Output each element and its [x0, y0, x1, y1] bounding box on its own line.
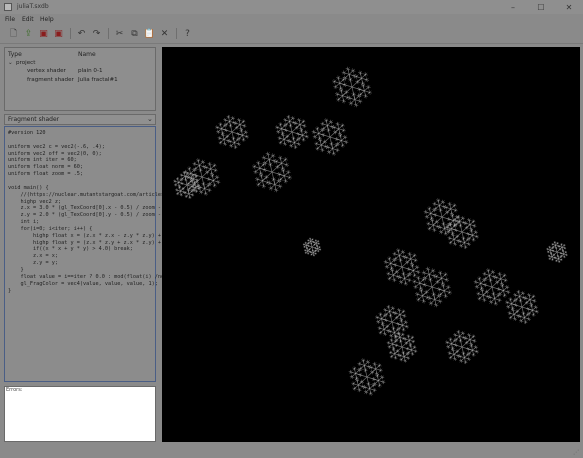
- menu-file[interactable]: File: [5, 16, 15, 23]
- code-line: uniform float norm = 60;: [8, 164, 83, 171]
- error-log[interactable]: [4, 386, 156, 442]
- code-line: uniform float zoom = .5;: [8, 171, 83, 178]
- code-line: gl_FragColor = vec4(value, value, value,…: [8, 280, 158, 287]
- toolbar-separator: [70, 28, 71, 39]
- redo-icon[interactable]: ↷: [90, 27, 103, 40]
- paste-icon[interactable]: 📋: [143, 27, 156, 40]
- code-line: #version 120: [8, 130, 46, 136]
- code-line: highp float y = (z.x * z.y + z.x * z.y) …: [8, 239, 177, 246]
- code-line: z.y = y;: [8, 260, 58, 267]
- error-log-label: Errors:: [6, 387, 23, 393]
- code-line: uniform vec2 c = vec2(-.6, .4);: [8, 143, 105, 150]
- code-line: highp float x = (z.x * z.x - z.y * z.y) …: [8, 232, 177, 239]
- code-line: z.x = x;: [8, 253, 58, 260]
- save-icon[interactable]: ▣: [37, 27, 50, 40]
- code-line: uniform int iter = 60;: [8, 157, 77, 164]
- code-line: if((x * x + y * y) > 4.0) break;: [8, 246, 133, 253]
- code-line: for(i=0; i<iter; i++) {: [8, 225, 93, 232]
- tree-item-name[interactable]: Julia fractal#1: [78, 77, 118, 83]
- code-line: int i;: [8, 219, 40, 226]
- render-view[interactable]: [162, 47, 580, 442]
- fractal-render: [173, 66, 568, 396]
- tree-column-type[interactable]: Type: [8, 51, 22, 58]
- app-icon: [4, 3, 12, 11]
- tree-expand-icon[interactable]: ⌄: [8, 60, 13, 66]
- menu-bar: [0, 14, 583, 25]
- toolbar-separator: [176, 28, 177, 39]
- close-icon[interactable]: ✕: [555, 0, 583, 14]
- undo-icon[interactable]: ↶: [75, 27, 88, 40]
- tree-item-type[interactable]: vertex shader: [27, 68, 66, 74]
- window-title: juliaT.sxdb: [17, 3, 49, 10]
- save-as-icon[interactable]: ▣: [52, 27, 65, 40]
- code-line: uniform vec2 off = vec2(0, 0);: [8, 150, 102, 157]
- code-line: }: [8, 267, 24, 273]
- tree-item-name[interactable]: plain 0-1: [78, 68, 103, 74]
- tree-item-project[interactable]: project: [16, 60, 35, 66]
- open-icon[interactable]: ⇪: [22, 27, 35, 40]
- toolbar-separator: [108, 28, 109, 39]
- shader-select-value: Fragment shader: [8, 116, 60, 123]
- code-line: }: [8, 287, 12, 294]
- cut-icon[interactable]: ✂: [113, 27, 126, 40]
- code-line: z.x = 3.0 * (gl_TexCoord[0].x - 0.5) / z…: [8, 205, 183, 212]
- chevron-down-icon[interactable]: ⌄: [147, 115, 153, 123]
- tree-item-type[interactable]: fragment shader: [27, 77, 74, 83]
- new-icon[interactable]: 🗋: [7, 27, 20, 40]
- minimize-icon[interactable]: –: [499, 0, 527, 14]
- copy-icon[interactable]: ⧉: [128, 27, 141, 40]
- code-line: void main() {: [8, 184, 49, 191]
- tree-column-name[interactable]: Name: [78, 51, 96, 58]
- code-line: z.y = 2.0 * (gl_TexCoord[0].y - 0.5) / z…: [8, 212, 183, 219]
- status-bar: [0, 446, 583, 458]
- title-bar: [0, 0, 583, 14]
- resize-grip-icon[interactable]: ⋰: [573, 449, 579, 456]
- menu-help[interactable]: Help: [40, 16, 54, 23]
- delete-icon[interactable]: ✕: [158, 27, 171, 40]
- menu-edit[interactable]: Edit: [22, 16, 34, 23]
- code-line: highp vec2 z;: [8, 198, 62, 205]
- help-icon[interactable]: ?: [181, 27, 194, 40]
- maximize-icon[interactable]: ☐: [527, 0, 555, 14]
